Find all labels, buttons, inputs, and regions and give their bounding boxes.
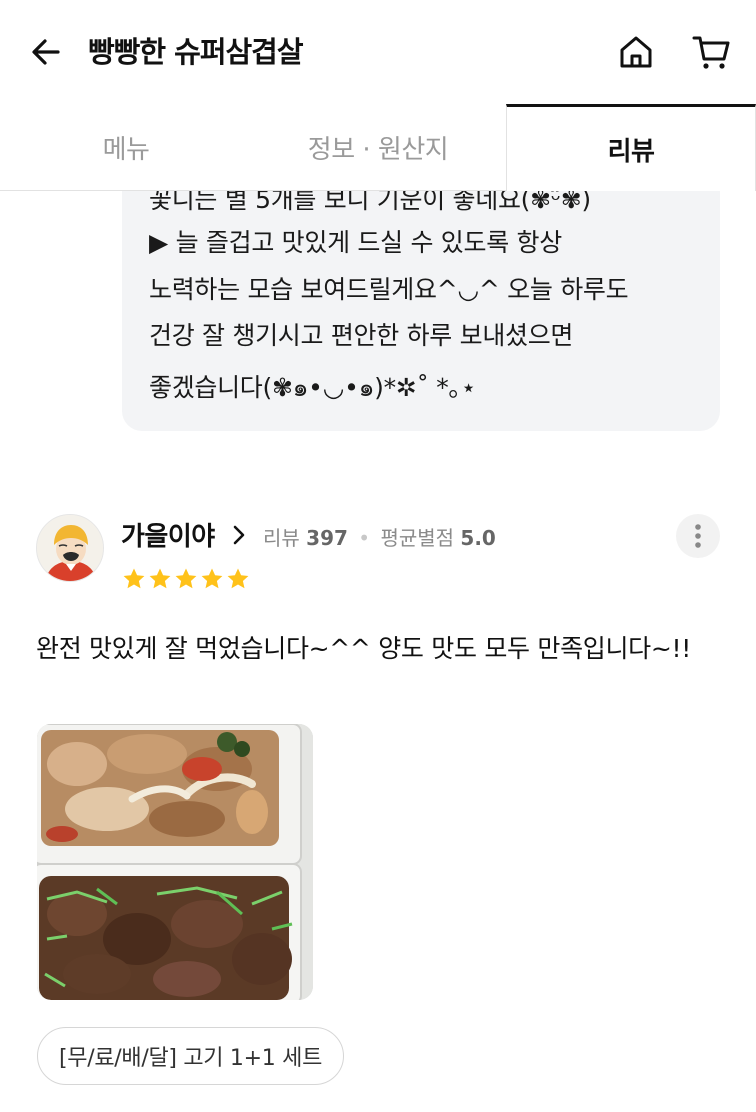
- star-icon: [149, 568, 171, 589]
- review-item: 가을이야 리뷰 397 • 평균별점 5.0 완전 맛있게 잘 먹었습니다~^^…: [0, 500, 756, 1112]
- owner-reply-line: ▶ 늘 즐겁고 맛있게 드실 수 있도록 항상: [149, 228, 562, 257]
- review-count-label: 리뷰: [263, 526, 300, 550]
- app-header: 빵빵한 슈퍼삼겹살: [0, 0, 756, 104]
- home-button[interactable]: [612, 28, 660, 76]
- cart-icon: [692, 36, 730, 69]
- avatar-illustration: [37, 515, 103, 581]
- more-options-button[interactable]: [676, 514, 720, 558]
- review-photo[interactable]: [37, 724, 313, 1000]
- avg-rating: 5.0: [460, 526, 496, 550]
- star-icon: [123, 568, 145, 589]
- tab-info-origin[interactable]: 정보 · 원산지: [252, 104, 504, 191]
- tab-review[interactable]: 리뷰: [506, 104, 756, 191]
- star-icon: [227, 568, 249, 589]
- owner-reply-line: 좋겠습니다(✾๑•◡•๑)*✲˚ *｡⋆: [149, 373, 477, 402]
- star-icon: [201, 568, 223, 589]
- tab-bar: 메뉴 정보 · 원산지 리뷰: [0, 104, 756, 191]
- star-rating: [122, 567, 250, 591]
- arrow-left-icon: [32, 39, 60, 65]
- avatar[interactable]: [36, 514, 104, 582]
- chevron-right-icon[interactable]: [230, 522, 248, 548]
- star-icon: [175, 568, 197, 589]
- owner-reply-line: 건강 잘 챙기시고 편안한 하루 보내셨으면: [149, 321, 574, 350]
- reviewer-meta: 리뷰 397 • 평균별점 5.0: [263, 522, 496, 551]
- more-vertical-icon: [695, 524, 701, 548]
- page-title: 빵빵한 슈퍼삼겹살: [88, 35, 304, 69]
- owner-reply-line: 노력하는 모습 보여드릴게요^◡^ 오늘 하루도: [149, 275, 629, 304]
- reviewer-name[interactable]: 가을이야: [121, 516, 215, 553]
- ordered-menu-chip: [무/료/배/달] 고기 1+1 세트: [37, 1027, 345, 1085]
- back-button[interactable]: [24, 30, 68, 74]
- review-count: 397: [306, 526, 348, 550]
- cart-button[interactable]: [686, 28, 736, 76]
- avg-rating-label: 평균별점: [380, 526, 455, 550]
- home-icon: [620, 36, 652, 68]
- tab-menu[interactable]: 메뉴: [0, 104, 252, 191]
- meta-separator: •: [358, 526, 371, 550]
- review-text: 완전 맛있게 잘 먹었습니다~^^ 양도 맛도 모두 만족입니다~!!: [36, 634, 691, 663]
- owner-reply: 꽃니는 별 5개를 보니 기운이 좋네요(✾ᵕ̈✾) ▶ 늘 즐겁고 맛있게 드…: [122, 150, 720, 431]
